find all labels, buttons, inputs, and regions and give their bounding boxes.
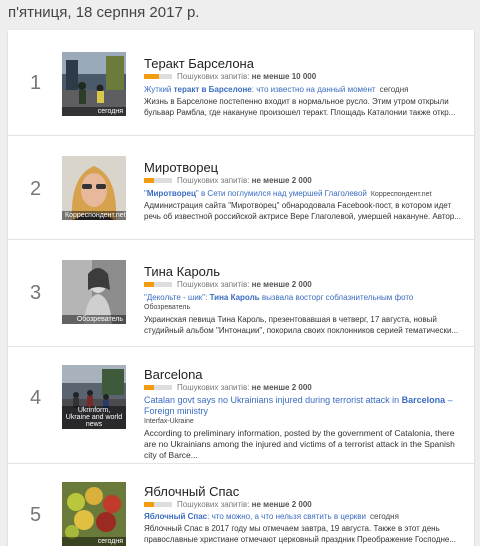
news-headline[interactable]: "Миротворец" в Сети поглумился над умерш…: [144, 189, 466, 200]
volume-bar: [144, 74, 172, 80]
thumb-source: Обозреватель: [62, 315, 126, 324]
trend-title[interactable]: Яблочный Спас: [144, 484, 239, 499]
headline-post: : что известно на данный момент: [251, 85, 376, 94]
news-snippet: Яблочный Спас в 2017 году мы отмечаем за…: [144, 524, 457, 544]
search-volume: Пошукових запитів: не менше 2 000: [144, 500, 312, 510]
trend-title[interactable]: Теракт Барселона: [144, 56, 254, 71]
volume-value: не менше 2 000: [251, 176, 312, 185]
headline-keyword: Миротворец: [146, 189, 196, 198]
trend-row[interactable]: 5 сегодня Яблочный Спас Пошукових запиті…: [8, 464, 474, 546]
trend-title[interactable]: Тина Кароль: [144, 264, 220, 279]
volume-bar-fill: [144, 178, 154, 184]
trend-rank: 2: [30, 178, 42, 200]
fruit-basket-image[interactable]: сегодня: [62, 482, 126, 546]
volume-label: Пошукових запитів:: [177, 176, 250, 185]
street-scene-image[interactable]: Ukrinform, Ukraine and world news: [62, 365, 126, 429]
news-headline[interactable]: Catalan govt says no Ukrainians injured …: [144, 395, 466, 417]
headline-publisher: Корреспондент.net: [370, 191, 432, 198]
news-snippet: According to preliminary information, po…: [144, 428, 455, 460]
headline-post: вызвала восторг соблазнительным фото: [259, 293, 414, 302]
trend-rank: 5: [30, 504, 42, 526]
trend-rank: 4: [30, 387, 42, 409]
trend-rank: 1: [30, 72, 42, 94]
thumb-source: Корреспондент.net: [62, 211, 126, 220]
headline-keyword: Barcelona: [401, 395, 446, 405]
headline-pre: Catalan govt says no Ukrainians injured …: [144, 395, 402, 405]
news-headline[interactable]: Жуткий теракт в Барселоне: что известно …: [144, 85, 466, 95]
news-snippet: Жизнь в Барселоне постепенно входит в но…: [144, 97, 456, 117]
trend-row[interactable]: 3 Обозреватель Тина Кароль Пошукових зап…: [8, 240, 474, 347]
thumb-source: сегодня: [62, 537, 126, 546]
thumb-source: сегодня: [62, 107, 126, 116]
volume-label: Пошукових запитів:: [177, 383, 250, 392]
volume-value: не менше 10 000: [251, 72, 317, 81]
headline-pre: Жуткий: [144, 85, 174, 94]
trend-row[interactable]: 2 Корреспондент.net Миротворец Пошукових…: [8, 136, 474, 240]
news-headline[interactable]: "Декольте - шик": Тина Кароль вызвала во…: [144, 293, 466, 303]
headline-age: сегодня: [370, 512, 399, 521]
volume-label: Пошукових запитів:: [177, 500, 250, 509]
headline-keyword: Тина Кароль: [209, 293, 260, 302]
volume-value: не менше 2 000: [251, 383, 312, 392]
trend-row[interactable]: 1 сегодня Теракт Барселона Пошукових зап…: [8, 30, 474, 136]
volume-bar: [144, 502, 172, 508]
volume-label: Пошукових запитів:: [177, 280, 250, 289]
volume-bar: [144, 178, 172, 184]
volume-value: не менше 2 000: [251, 280, 312, 289]
street-scene-image[interactable]: сегодня: [62, 52, 126, 116]
trend-title[interactable]: Barcelona: [144, 367, 203, 382]
trend-title[interactable]: Миротворец: [144, 160, 218, 175]
singer-portrait-image[interactable]: Обозреватель: [62, 260, 126, 324]
headline-age: сегодня: [379, 85, 409, 94]
thumb-source: Ukrinform, Ukraine and world news: [62, 406, 126, 429]
volume-bar-fill: [144, 385, 154, 391]
volume-bar-fill: [144, 282, 154, 288]
trend-row[interactable]: 4 Ukrinform, Ukraine and world news Barc…: [8, 347, 474, 464]
news-snippet: Администрация сайта "Миротворец" обнарод…: [144, 201, 461, 221]
volume-bar: [144, 385, 172, 391]
volume-bar-fill: [144, 502, 154, 508]
headline-keyword: теракт в Барселоне: [173, 85, 252, 94]
volume-value: не менше 2 000: [251, 500, 312, 509]
trends-card: 1 сегодня Теракт Барселона Пошукових зап…: [8, 30, 474, 546]
search-volume: Пошукових запитів: не менше 2 000: [144, 383, 312, 393]
news-publisher: Обозреватель: [144, 304, 191, 311]
headline-keyword: Яблочный Спас: [144, 512, 208, 521]
news-headline[interactable]: Яблочный Спас: что можно, а что нельзя с…: [144, 512, 466, 522]
headline-post: " в Сети поглумился над умершей Глаголев…: [195, 189, 367, 198]
volume-bar-fill: [144, 74, 160, 80]
search-volume: Пошукових запитів: не менше 10 000: [144, 72, 316, 82]
volume-label: Пошукових запитів:: [177, 72, 250, 81]
news-snippet: Украинская певица Тина Кароль, презентов…: [144, 315, 459, 335]
trend-rank: 3: [30, 282, 42, 304]
woman-portrait-image[interactable]: Корреспондент.net: [62, 156, 126, 220]
volume-bar: [144, 282, 172, 288]
headline-pre: "Декольте - шик":: [144, 293, 210, 302]
date-header: п'ятниця, 18 серпня 2017 р.: [8, 4, 200, 21]
search-volume: Пошукових запитів: не менше 2 000: [144, 176, 312, 186]
headline-post: : что можно, а что нельзя святить в церк…: [207, 512, 367, 521]
search-volume: Пошукових запитів: не менше 2 000: [144, 280, 312, 290]
news-publisher: Interfax-Ukraine: [144, 418, 194, 425]
